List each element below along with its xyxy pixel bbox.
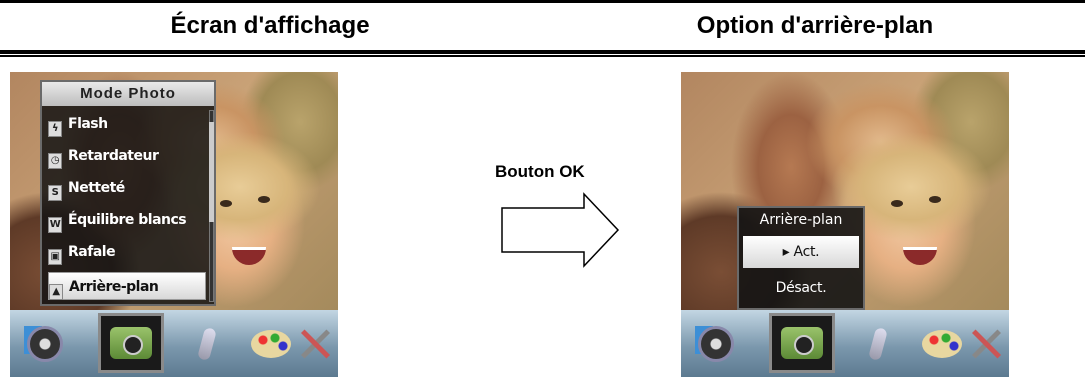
- photo-mode-menu: Mode Photo ϟ Flash ◷ Retardateur S Netteté …: [40, 80, 216, 306]
- movie-mode-button[interactable]: [18, 318, 72, 370]
- child-eye-left: [891, 200, 903, 207]
- sharpness-icon: S: [48, 185, 62, 201]
- effects-palette-icon: [922, 330, 962, 358]
- menu-item-burst[interactable]: ▣ Rafale: [48, 238, 206, 266]
- menu-item-flash[interactable]: ϟ Flash: [48, 110, 206, 138]
- menu-item-label: Flash: [68, 116, 108, 132]
- settings-button[interactable]: [288, 318, 338, 370]
- menu-scroll-thumb[interactable]: [209, 122, 214, 222]
- flash-icon: ϟ: [48, 121, 62, 137]
- menu-title: Mode Photo: [42, 82, 214, 106]
- menu-item-label: Netteté: [68, 180, 125, 196]
- movie-mode-icon: [698, 326, 734, 362]
- menu-item-self-timer[interactable]: ◷ Retardateur: [48, 142, 206, 170]
- child-mouth: [232, 247, 266, 265]
- camera-mode-button[interactable]: [98, 313, 164, 373]
- background-option-screen: Arrière-plan ▸ Act. Désact.: [681, 72, 1009, 377]
- right-column-title: Option d'arrière-plan: [696, 12, 934, 39]
- header-bottom-rule-thin: [0, 55, 1085, 57]
- right-arrow-icon: [501, 192, 620, 268]
- menu-item-label: Retardateur: [68, 148, 159, 164]
- background-icon: ▲: [49, 284, 63, 300]
- voice-record-icon: [197, 326, 217, 362]
- popup-title: Arrière-plan: [759, 212, 843, 228]
- mode-toolbar: [10, 310, 338, 377]
- timer-icon: ◷: [48, 153, 62, 169]
- mode-toolbar: [681, 310, 1009, 377]
- header-bottom-rule: [0, 50, 1085, 54]
- voice-record-button[interactable]: [180, 318, 234, 370]
- ok-button-caption: Bouton OK: [495, 162, 585, 181]
- menu-item-white-balance[interactable]: W Équilibre blancs: [48, 206, 206, 234]
- menu-item-label: Équilibre blancs: [68, 212, 187, 228]
- menu-item-label: Arrière-plan: [69, 279, 159, 295]
- burst-icon: ▣: [48, 249, 62, 265]
- camera-mode-button[interactable]: [769, 313, 835, 373]
- movie-mode-button[interactable]: [689, 318, 743, 370]
- settings-tools-icon: [297, 326, 333, 362]
- child-eye-right: [258, 196, 270, 203]
- left-column-title: Écran d'affichage: [170, 12, 370, 39]
- camera-mode-icon: [110, 327, 152, 359]
- settings-button[interactable]: [959, 318, 1009, 370]
- child-eye-right: [929, 196, 941, 203]
- child-eye-left: [220, 200, 232, 207]
- voice-record-icon: [868, 326, 888, 362]
- display-screen: Mode Photo ϟ Flash ◷ Retardateur S Netteté …: [10, 72, 338, 377]
- menu-item-background[interactable]: ▲ Arrière-plan: [48, 272, 206, 300]
- movie-mode-icon: [27, 326, 63, 362]
- option-on[interactable]: ▸ Act.: [743, 236, 859, 268]
- background-popup: Arrière-plan ▸ Act. Désact.: [737, 206, 865, 310]
- white-balance-icon: W: [48, 217, 62, 233]
- menu-item-sharpness[interactable]: S Netteté: [48, 174, 206, 202]
- effects-palette-icon: [251, 330, 291, 358]
- camera-mode-icon: [781, 327, 823, 359]
- settings-tools-icon: [968, 326, 1004, 362]
- menu-item-label: Rafale: [68, 244, 116, 260]
- option-off[interactable]: Désact.: [743, 272, 859, 304]
- voice-record-button[interactable]: [851, 318, 905, 370]
- header-top-rule: [0, 0, 1085, 3]
- header-bar: Écran d'affichage Option d'arrière-plan: [0, 0, 1085, 58]
- child-mouth: [903, 247, 937, 265]
